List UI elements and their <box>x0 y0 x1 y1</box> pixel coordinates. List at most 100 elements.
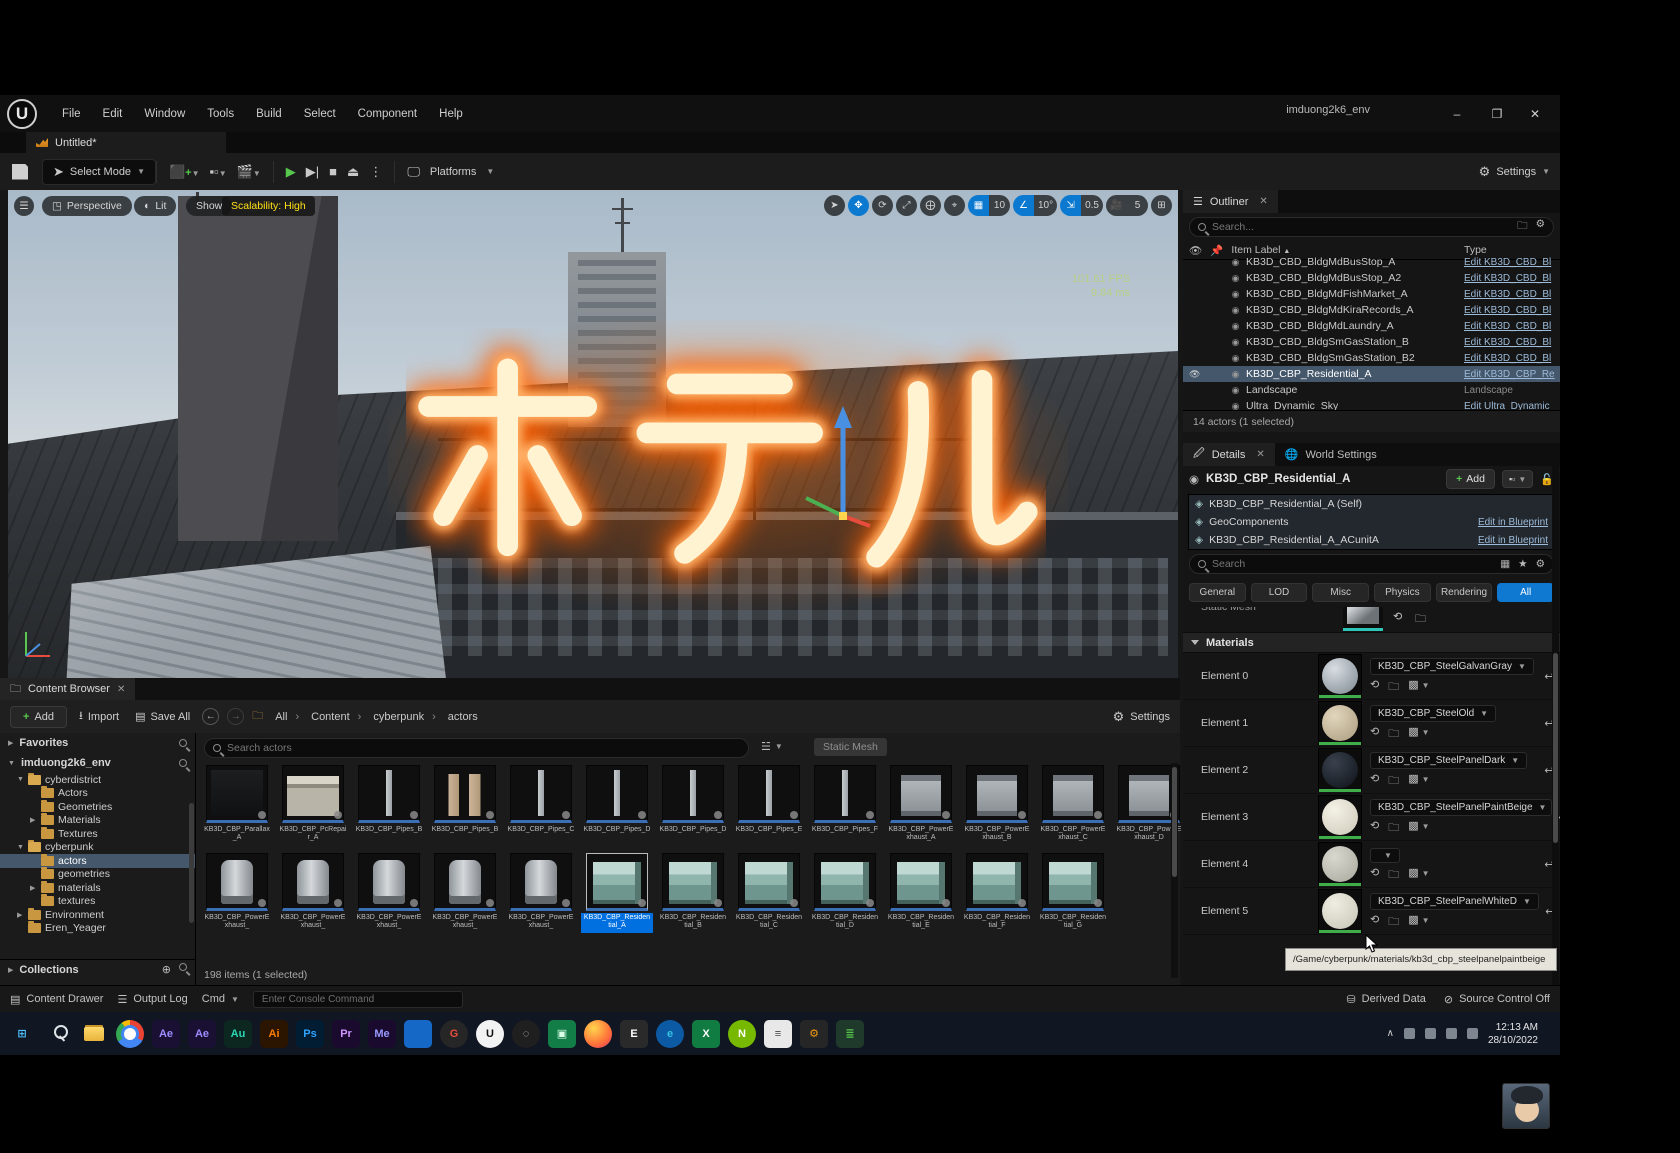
rotation-snap-value[interactable]: 10° <box>1034 195 1057 216</box>
outliner-row[interactable]: 👁 ◉ KB3D_CBP_Residential_A Edit KB3D_CBP… <box>1183 366 1560 382</box>
cb-settings-button[interactable]: ⚙ Settings <box>1113 709 1170 725</box>
browse-to-asset-icon[interactable]: 🗀 <box>1388 772 1399 791</box>
asset-search-input[interactable]: Search actors <box>204 738 749 758</box>
folder-item[interactable]: ▶ Materials <box>0 814 195 828</box>
edit-blueprint-link[interactable]: Landscape <box>1464 385 1560 396</box>
outliner-row[interactable]: 👁 ◉ KB3D_CBD_BldgMdLaundry_A Edit KB3D_C… <box>1183 318 1560 334</box>
source-control-button[interactable]: ⊘Source Control Off <box>1444 993 1550 1006</box>
folder-item[interactable]: ▶ materials <box>0 881 195 895</box>
start-icon[interactable]: ⊞ <box>8 1020 36 1048</box>
move-tool-icon[interactable]: ✥ <box>848 195 869 216</box>
scale-snap-icon[interactable]: ⇲ <box>1060 195 1081 216</box>
search-icon[interactable] <box>44 1020 72 1048</box>
scale-tool-icon[interactable]: ⤢ <box>896 195 917 216</box>
viewport-options-icon[interactable]: ☰ <box>14 196 34 216</box>
outliner-row[interactable]: 👁 ◉ KB3D_CBD_BldgMdBusStop_A Edit KB3D_C… <box>1183 254 1560 270</box>
world-space-icon[interactable]: ⨁ <box>920 195 941 216</box>
edit-blueprint-link[interactable]: Edit KB3D_CBD_Bl <box>1464 321 1560 332</box>
after-effects-icon-2[interactable]: Ae <box>188 1020 216 1048</box>
g-app-icon[interactable]: G <box>440 1020 468 1048</box>
search-icon[interactable] <box>179 759 187 767</box>
asset-tile[interactable]: KB3D_CBP_Residential_A <box>581 853 653 933</box>
asset-tile[interactable]: KB3D_CBP_Pipes_E <box>733 765 805 845</box>
perspective-dropdown[interactable]: ◳Perspective <box>42 196 132 216</box>
settings-app-icon[interactable]: ⚙ <box>800 1020 828 1048</box>
level-tab[interactable]: Untitled* <box>26 132 226 153</box>
viewport[interactable]: ホテル <box>8 190 1178 678</box>
epic-games-icon[interactable]: E <box>620 1020 648 1048</box>
breadcrumb-item[interactable]: cyberpunk <box>369 711 439 723</box>
outliner-row[interactable]: 👁 ◉ KB3D_CBD_BldgMdFishMarket_A Edit KB3… <box>1183 286 1560 302</box>
asset-tile[interactable]: KB3D_CBP_PowerExhaust_A <box>885 765 957 845</box>
back-icon[interactable]: ← <box>202 708 219 725</box>
lit-dropdown[interactable]: ◐Lit <box>134 196 176 216</box>
eye-icon[interactable]: 👁 <box>1189 369 1203 380</box>
asset-tile[interactable]: KB3D_CBP_Pipes_D <box>657 765 729 845</box>
filter-chip[interactable]: Misc <box>1312 583 1369 602</box>
edit-blueprint-link[interactable]: Edit KB3D_CBD_Bl <box>1464 289 1560 300</box>
material-thumbnail[interactable] <box>1318 889 1362 933</box>
save-all-button[interactable]: ▤Save All <box>131 706 194 727</box>
grid-snap-value[interactable]: 10 <box>989 195 1010 216</box>
asset-tile[interactable]: KB3D_CBP_PowerExhaust_ <box>201 853 273 933</box>
illustrator-icon[interactable]: Ai <box>260 1020 288 1048</box>
close-icon[interactable]: ✕ <box>1259 196 1267 207</box>
display-options-icon[interactable]: ▦ <box>1500 558 1510 570</box>
edit-in-blueprint-link[interactable]: Edit in Blueprint <box>1478 535 1548 546</box>
cmd-dropdown[interactable]: Cmd▼ <box>202 993 239 1005</box>
edit-blueprint-link[interactable]: Edit KB3D_CBP_Re <box>1464 369 1560 380</box>
rotate-tool-icon[interactable]: ⟳ <box>872 195 893 216</box>
search-icon[interactable] <box>179 739 187 747</box>
add-actor-button[interactable]: ⬛+▼ <box>169 164 200 180</box>
maximize-button[interactable]: ❐ <box>1478 95 1516 132</box>
asset-tile[interactable]: KB3D_CBP_PowerExhaust_ <box>353 853 425 933</box>
folder-item[interactable]: ▶ Environment <box>0 908 195 922</box>
browse-to-asset-icon[interactable]: 🗀 <box>1415 610 1426 629</box>
asset-tile[interactable]: KB3D_CBP_Pipes_D <box>581 765 653 845</box>
surface-snap-icon[interactable]: ⌖ <box>944 195 965 216</box>
material-picker-icon[interactable]: ▩ ▼ <box>1408 772 1429 791</box>
blue-app-icon[interactable] <box>404 1020 432 1048</box>
asset-tile[interactable]: KB3D_CBP_Pipes_B <box>429 765 501 845</box>
outliner-row[interactable]: 👁 ◉ Landscape Landscape <box>1183 382 1560 398</box>
close-icon[interactable]: ✕ <box>1256 449 1264 460</box>
breadcrumb-item[interactable]: All <box>271 711 303 723</box>
notepad-icon[interactable]: ≡ <box>764 1020 792 1048</box>
type-column[interactable]: Type <box>1464 244 1560 256</box>
photoshop-icon[interactable]: Ps <box>296 1020 324 1048</box>
forward-icon[interactable]: → <box>227 708 244 725</box>
asset-tile[interactable]: KB3D_CBP_Pipes_F <box>809 765 881 845</box>
save-icon[interactable] <box>12 164 28 180</box>
component-row[interactable]: ◈ KB3D_CBP_Residential_A (Self) <box>1189 495 1554 513</box>
menu-item[interactable]: Help <box>428 103 474 125</box>
material-picker-icon[interactable]: ▩ ▼ <box>1408 913 1429 932</box>
folder-item[interactable]: ▼ cyberpunk <box>0 841 195 855</box>
materials-section-header[interactable]: Materials <box>1183 633 1560 653</box>
material-picker-icon[interactable]: ▩ ▼ <box>1408 866 1429 885</box>
use-selected-icon[interactable]: ⟲ <box>1370 678 1379 697</box>
geforce-icon[interactable]: N <box>728 1020 756 1048</box>
item-label-column[interactable]: Item Label ▲ <box>1231 244 1290 256</box>
display-icon[interactable] <box>1446 1028 1457 1039</box>
rotation-snap-icon[interactable]: ∠ <box>1013 195 1034 216</box>
use-selected-icon[interactable]: ⟲ <box>1370 725 1379 744</box>
use-selected-icon[interactable]: ⟲ <box>1370 866 1379 885</box>
world-settings-tab[interactable]: 🌐 World Settings <box>1275 443 1387 466</box>
menu-item[interactable]: File <box>51 103 92 125</box>
asset-tile[interactable]: KB3D_CBP_PowerExhaust_C <box>1037 765 1109 845</box>
unreal-engine-icon[interactable]: U <box>476 1020 504 1048</box>
transform-gizmo[interactable] <box>798 398 888 528</box>
collections-section[interactable]: ▶ Collections ⊕ <box>0 959 195 979</box>
material-thumbnail[interactable] <box>1318 701 1362 745</box>
folder-item[interactable]: Textures <box>0 827 195 841</box>
add-collection-icon[interactable]: ⊕ <box>162 963 171 976</box>
folder-item[interactable]: geometries <box>0 868 195 882</box>
favorites-section[interactable]: ▶ Favorites <box>0 733 195 753</box>
import-button[interactable]: ⭳Import <box>75 703 123 730</box>
outliner-search-input[interactable]: Search... 🗀 ⚙ <box>1189 217 1554 237</box>
asset-tile[interactable]: KB3D_CBP_Pipes_B <box>353 765 425 845</box>
folder-item[interactable]: actors <box>0 854 195 868</box>
breadcrumb-item[interactable]: Content <box>307 711 365 723</box>
details-search-input[interactable]: Search ▦ ★ ⚙ <box>1189 554 1554 574</box>
browse-to-asset-icon[interactable]: 🗀 <box>1388 725 1399 744</box>
